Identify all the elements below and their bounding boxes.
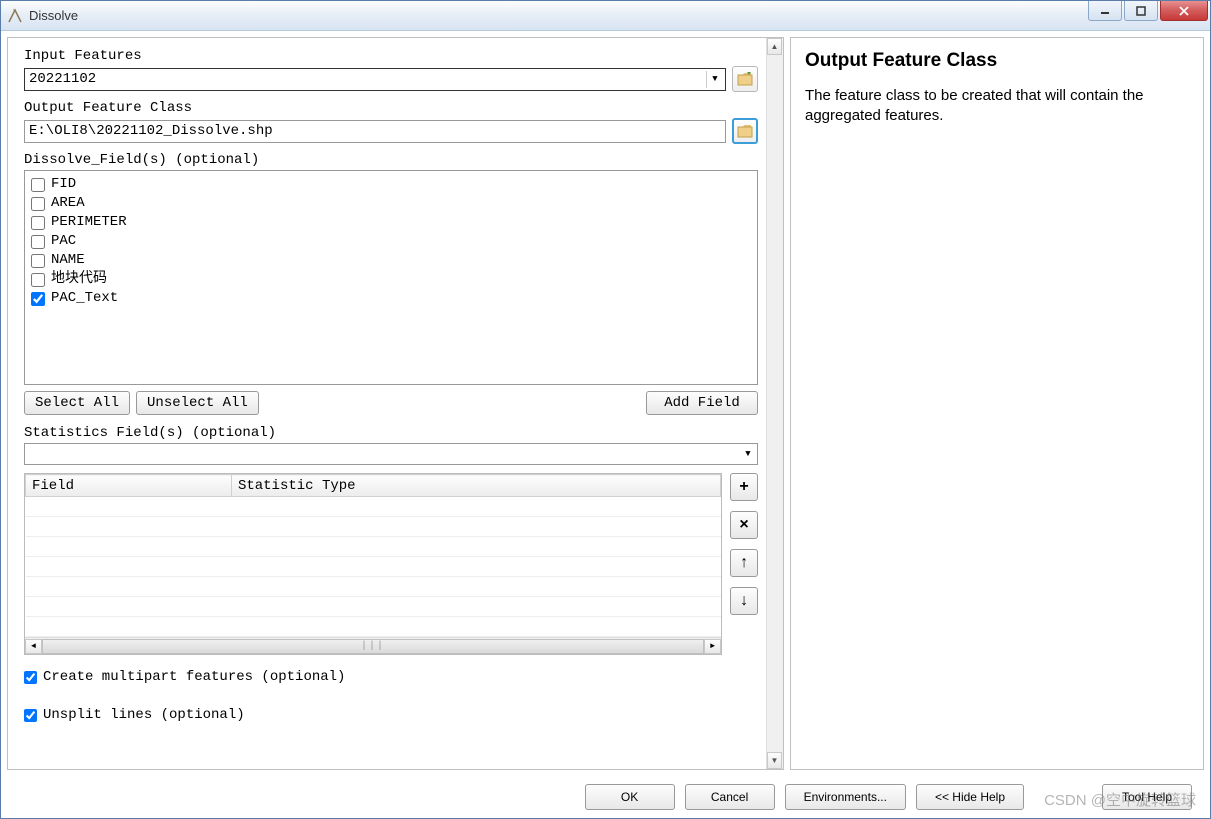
window-title: Dissolve — [29, 8, 1088, 23]
add-stat-button[interactable]: + — [730, 473, 758, 501]
ok-button[interactable]: OK — [585, 784, 675, 810]
field-name: PERIMETER — [51, 213, 127, 232]
hide-help-button[interactable]: << Hide Help — [916, 784, 1024, 810]
dropdown-arrow-icon[interactable]: ▼ — [706, 71, 723, 88]
form-panel: Input Features 20221102 ▼ Output Feature… — [8, 38, 766, 769]
multipart-label: Create multipart features (optional) — [43, 669, 345, 685]
dissolve-field-item[interactable]: AREA — [31, 194, 751, 213]
app-icon — [7, 8, 23, 24]
field-name: FID — [51, 175, 76, 194]
field-checkbox[interactable] — [31, 197, 45, 211]
dissolve-field-item[interactable]: PAC_Text — [31, 289, 751, 308]
field-name: 地块代码 — [51, 270, 107, 289]
horizontal-scrollbar[interactable]: ◄ ||| ► — [25, 637, 721, 654]
content-area: Input Features 20221102 ▼ Output Feature… — [1, 31, 1210, 776]
unsplit-label: Unsplit lines (optional) — [43, 707, 245, 723]
scroll-up-icon[interactable]: ▲ — [767, 38, 782, 55]
input-features-value: 20221102 — [29, 71, 706, 87]
field-name: NAME — [51, 251, 85, 270]
add-field-button[interactable]: Add Field — [646, 391, 758, 415]
dissolve-field-item[interactable]: PAC — [31, 232, 751, 251]
dissolve-field-item[interactable]: FID — [31, 175, 751, 194]
scroll-left-icon[interactable]: ◄ — [25, 639, 42, 654]
statistics-dropdown[interactable]: ▼ — [24, 443, 758, 465]
help-body: The feature class to be created that wil… — [805, 86, 1189, 127]
unselect-all-button[interactable]: Unselect All — [136, 391, 259, 415]
dissolve-field-item[interactable]: 地块代码 — [31, 270, 751, 289]
field-checkbox[interactable] — [31, 254, 45, 268]
dissolve-fields-label: Dissolve_Field(s) (optional) — [24, 152, 758, 168]
dissolve-field-item[interactable]: NAME — [31, 251, 751, 270]
minimize-button[interactable] — [1088, 1, 1122, 21]
input-features-browse-button[interactable] — [732, 66, 758, 92]
help-panel: Output Feature Class The feature class t… — [790, 37, 1204, 770]
tool-help-button[interactable]: Tool Help — [1102, 784, 1192, 810]
field-name: AREA — [51, 194, 85, 213]
output-fc-label: Output Feature Class — [24, 100, 758, 116]
maximize-button[interactable] — [1124, 1, 1158, 21]
move-down-button[interactable]: ↓ — [730, 587, 758, 615]
window-controls — [1088, 1, 1210, 30]
remove-stat-button[interactable]: × — [730, 511, 758, 539]
vertical-scrollbar[interactable]: ▲ ▼ — [766, 38, 783, 769]
field-checkbox[interactable] — [31, 273, 45, 287]
form-container: Input Features 20221102 ▼ Output Feature… — [7, 37, 784, 770]
multipart-checkbox[interactable]: Create multipart features (optional) — [24, 669, 758, 685]
cancel-button[interactable]: Cancel — [685, 784, 775, 810]
stats-col-stat[interactable]: Statistic Type — [231, 475, 720, 497]
titlebar[interactable]: Dissolve — [1, 1, 1210, 31]
field-checkbox[interactable] — [31, 216, 45, 230]
help-title: Output Feature Class — [805, 50, 1189, 72]
table-row[interactable] — [26, 537, 721, 557]
output-fc-browse-button[interactable] — [732, 118, 758, 144]
table-row[interactable] — [26, 577, 721, 597]
table-row[interactable] — [26, 557, 721, 577]
scroll-right-icon[interactable]: ► — [704, 639, 721, 654]
unsplit-checkbox[interactable]: Unsplit lines (optional) — [24, 707, 758, 723]
move-up-button[interactable]: ↑ — [730, 549, 758, 577]
dropdown-arrow-icon: ▼ — [739, 449, 757, 459]
select-all-button[interactable]: Select All — [24, 391, 130, 415]
dissolve-fields-list[interactable]: FIDAREAPERIMETERPACNAME地块代码PAC_Text — [24, 170, 758, 385]
output-fc-input[interactable] — [24, 120, 726, 143]
environments-button[interactable]: Environments... — [785, 784, 906, 810]
dissolve-field-item[interactable]: PERIMETER — [31, 213, 751, 232]
statistics-table[interactable]: Field Statistic Type — [24, 473, 722, 655]
dialog-footer: OK Cancel Environments... << Hide Help T… — [1, 776, 1210, 818]
field-checkbox[interactable] — [31, 178, 45, 192]
field-checkbox[interactable] — [31, 235, 45, 249]
input-features-label: Input Features — [24, 48, 758, 64]
scroll-down-icon[interactable]: ▼ — [767, 752, 782, 769]
close-button[interactable] — [1160, 1, 1208, 21]
input-features-combo[interactable]: 20221102 ▼ — [24, 68, 726, 91]
table-row[interactable] — [26, 597, 721, 617]
field-name: PAC — [51, 232, 76, 251]
field-name: PAC_Text — [51, 289, 118, 308]
statistics-label: Statistics Field(s) (optional) — [24, 425, 758, 441]
table-row[interactable] — [26, 497, 721, 517]
table-row[interactable] — [26, 517, 721, 537]
dialog-window: Dissolve Input Features 20221102 ▼ — [0, 0, 1211, 819]
table-row[interactable] — [26, 617, 721, 637]
field-checkbox[interactable] — [31, 292, 45, 306]
stats-col-field[interactable]: Field — [26, 475, 232, 497]
